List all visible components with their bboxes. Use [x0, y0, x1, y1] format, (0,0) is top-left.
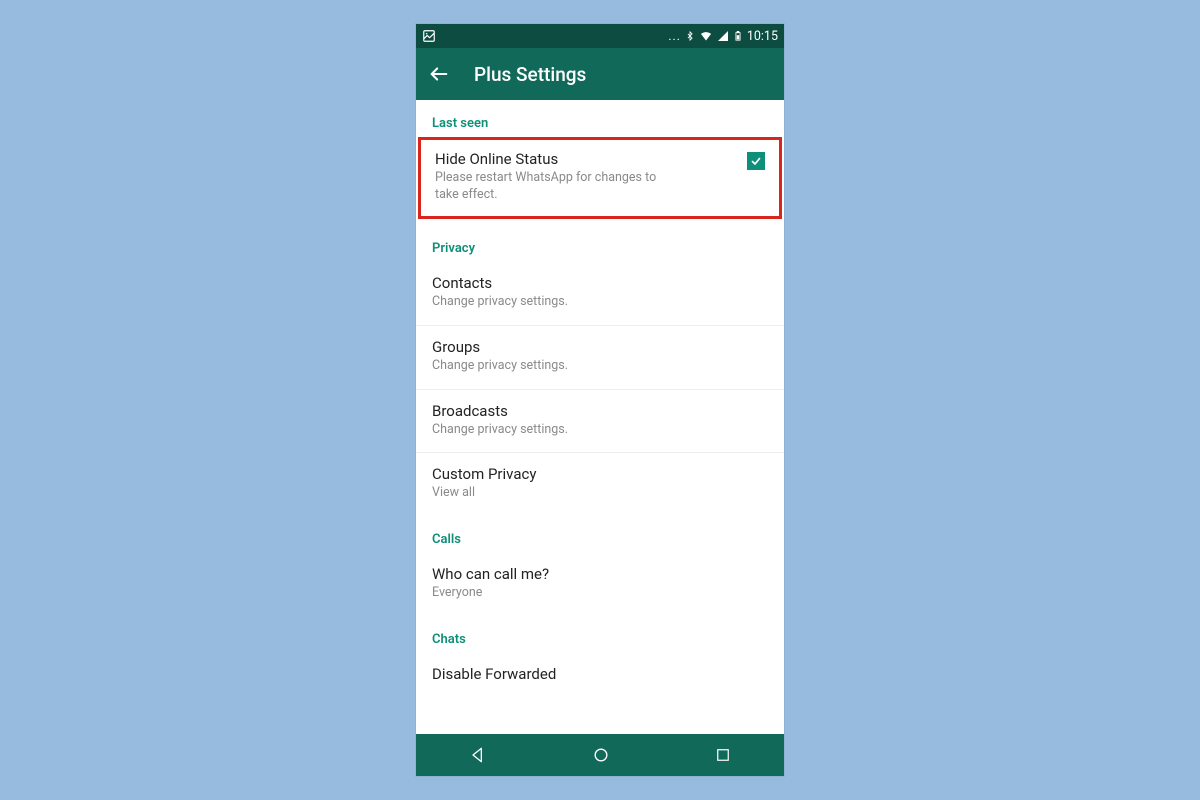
nav-back-icon[interactable] — [468, 745, 488, 765]
row-subtitle: View all — [432, 485, 768, 502]
page-title: Plus Settings — [474, 63, 586, 86]
row-title: Disable Forwarded — [432, 665, 556, 683]
row-title: Contacts — [432, 274, 768, 292]
row-title: Groups — [432, 338, 768, 356]
status-clock: 10:15 — [747, 29, 778, 44]
section-header-calls: Calls — [416, 516, 784, 553]
row-contacts[interactable]: Contacts Change privacy settings. — [416, 262, 784, 326]
section-header-last-seen: Last seen — [416, 100, 784, 137]
section-header-chats: Chats — [416, 616, 784, 653]
android-status-bar: ... 10:15 — [416, 24, 784, 48]
settings-list[interactable]: Last seen Hide Online Status Please rest… — [416, 100, 784, 734]
row-disable-forwarded[interactable]: Disable Forwarded — [416, 653, 784, 683]
row-subtitle: Everyone — [432, 585, 768, 602]
row-who-can-call[interactable]: Who can call me? Everyone — [416, 553, 784, 616]
battery-icon — [733, 29, 743, 43]
row-groups[interactable]: Groups Change privacy settings. — [416, 326, 784, 390]
wifi-icon — [699, 30, 713, 42]
highlight-box: Hide Online Status Please restart WhatsA… — [418, 137, 782, 219]
row-subtitle: Please restart WhatsApp for changes to t… — [435, 170, 665, 204]
back-icon[interactable] — [428, 63, 450, 85]
row-title: Custom Privacy — [432, 465, 768, 483]
row-hide-online-status[interactable]: Hide Online Status Please restart WhatsA… — [421, 140, 779, 216]
image-icon — [422, 29, 436, 43]
bluetooth-icon — [685, 29, 695, 43]
phone-frame: ... 10:15 Plus Settings Last seen — [416, 24, 784, 776]
status-dots: ... — [668, 29, 681, 43]
row-custom-privacy[interactable]: Custom Privacy View all — [416, 453, 784, 516]
section-header-privacy: Privacy — [416, 219, 784, 262]
row-title: Hide Online Status — [435, 150, 737, 168]
row-title: Who can call me? — [432, 565, 768, 583]
checkbox-checked-icon[interactable] — [747, 152, 765, 170]
row-subtitle: Change privacy settings. — [432, 422, 768, 439]
cell-signal-icon — [717, 30, 729, 42]
android-nav-bar — [416, 734, 784, 776]
nav-home-icon[interactable] — [591, 745, 611, 765]
row-title: Broadcasts — [432, 402, 768, 420]
app-bar: Plus Settings — [416, 48, 784, 100]
nav-recents-icon[interactable] — [714, 746, 732, 764]
row-subtitle: Change privacy settings. — [432, 358, 768, 375]
row-broadcasts[interactable]: Broadcasts Change privacy settings. — [416, 390, 784, 454]
row-subtitle: Change privacy settings. — [432, 294, 768, 311]
